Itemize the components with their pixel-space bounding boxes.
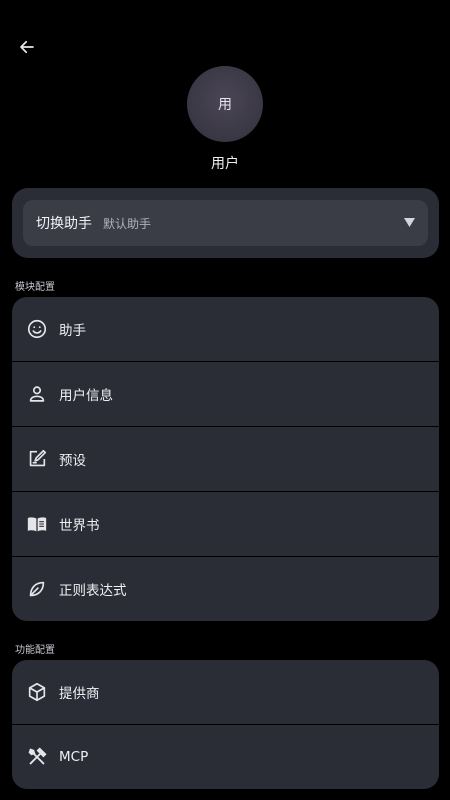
tools-icon	[26, 746, 48, 768]
assistant-switch-value: 默认助手	[103, 216, 152, 231]
module-item-user-info[interactable]: 用户信息	[12, 362, 439, 426]
smiley-icon	[26, 318, 48, 340]
module-item-preset[interactable]: 预设	[12, 427, 439, 491]
book-icon	[26, 513, 48, 535]
module-item-label: 用户信息	[59, 388, 113, 404]
back-button[interactable]	[14, 34, 40, 60]
person-icon	[26, 383, 48, 405]
cube-icon	[26, 681, 48, 703]
assistant-switch-label: 切换助手	[36, 216, 92, 232]
module-item-label: 助手	[59, 323, 86, 339]
edit-note-icon	[26, 448, 48, 470]
function-item-label: MCP	[59, 749, 89, 765]
user-name: 用户	[211, 156, 239, 172]
module-item-label: 世界书	[59, 518, 100, 534]
function-item-provider[interactable]: 提供商	[12, 660, 439, 724]
function-section-title: 功能配置	[15, 645, 55, 656]
function-item-label: 提供商	[59, 686, 100, 702]
leaf-icon	[26, 578, 48, 600]
assistant-switch-dropdown[interactable]: 切换助手 默认助手	[23, 200, 428, 246]
function-item-mcp[interactable]: MCP	[12, 725, 439, 789]
module-item-label: 正则表达式	[59, 583, 127, 599]
module-section-title: 模块配置	[15, 282, 55, 293]
module-item-label: 预设	[59, 453, 86, 469]
assistant-switch-card: 切换助手 默认助手	[12, 188, 439, 258]
dropdown-triangle-icon	[404, 218, 415, 227]
module-item-world-book[interactable]: 世界书	[12, 492, 439, 556]
module-item-regex[interactable]: 正则表达式	[12, 557, 439, 621]
module-config-group: 助手 用户信息 预设 世界书 正则表达式	[12, 297, 439, 621]
avatar-text: 用	[218, 97, 232, 113]
avatar[interactable]: 用	[187, 66, 263, 142]
function-config-group: 提供商 MCP	[12, 660, 439, 789]
arrow-left-icon	[20, 40, 34, 54]
module-item-assistant[interactable]: 助手	[12, 297, 439, 361]
